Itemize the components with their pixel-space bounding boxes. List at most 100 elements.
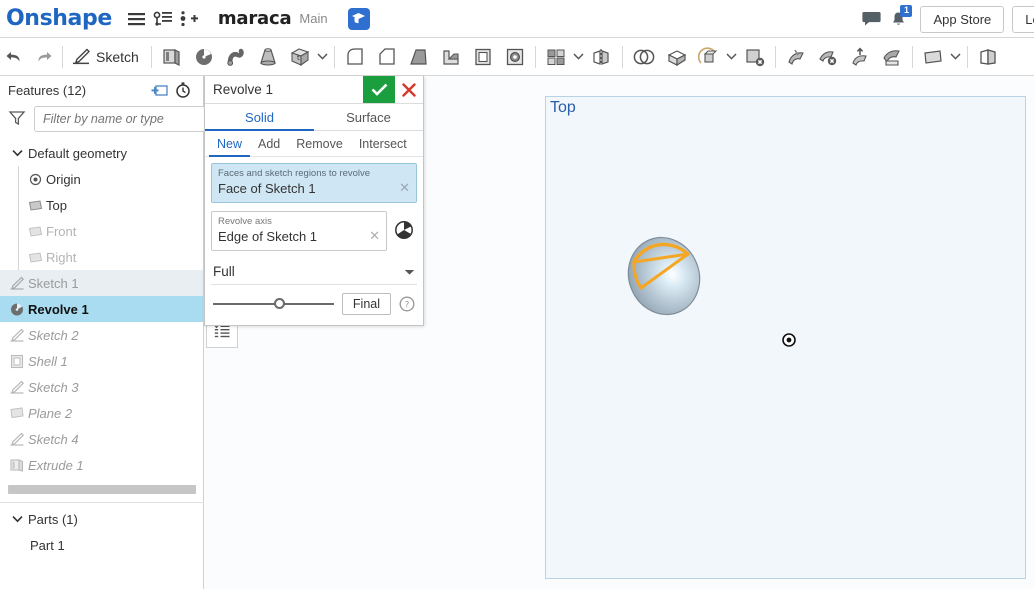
delete-part-tool[interactable] <box>739 41 771 73</box>
onshape-logo[interactable]: Onshape <box>6 6 112 31</box>
tab-solid[interactable]: Solid <box>205 104 314 131</box>
tree-item-label: Right <box>46 249 77 265</box>
hamburger-icon[interactable] <box>124 6 150 32</box>
clear-x-icon[interactable]: ✕ <box>369 228 380 244</box>
fillet-tool[interactable] <box>339 41 371 73</box>
help-question-icon[interactable]: ? <box>399 296 415 312</box>
tab-add[interactable]: Add <box>250 131 288 157</box>
sheet-metal-tool[interactable] <box>972 41 1004 73</box>
tree-item-right[interactable]: Right <box>0 244 203 270</box>
shell-tool[interactable] <box>467 41 499 73</box>
plane-tool[interactable] <box>917 41 949 73</box>
slider-handle[interactable] <box>274 298 286 309</box>
boolean-tool[interactable] <box>627 41 661 73</box>
features-panel: Features (12) Filter by name or type Def… <box>0 76 215 589</box>
feature-history-icon[interactable] <box>171 82 195 98</box>
chevron-down-icon[interactable] <box>316 53 330 60</box>
dialog-title: Revolve 1 <box>213 82 274 97</box>
extrude-icon <box>6 458 28 473</box>
dialog-body: Faces and sketch regions to revolve Face… <box>205 157 423 325</box>
extrude-tool[interactable] <box>156 41 188 73</box>
chamfer-tool[interactable] <box>371 41 403 73</box>
delete-face-tool[interactable] <box>812 41 844 73</box>
split-tool[interactable] <box>661 41 693 73</box>
comment-bubble-icon[interactable] <box>858 6 884 32</box>
app-store-button[interactable]: App Store <box>920 5 1005 33</box>
tree-item-sketch-4[interactable]: Sketch 4 <box>0 426 203 452</box>
tab-intersect[interactable]: Intersect <box>351 131 415 157</box>
hole-tool[interactable] <box>499 41 531 73</box>
parts-item-part-1[interactable]: Part 1 <box>0 532 204 558</box>
parts-group-header[interactable]: Parts (1) <box>0 506 204 532</box>
sweep-tool[interactable] <box>220 41 252 73</box>
learning-center-button[interactable]: Lea <box>1012 5 1034 33</box>
pencil-icon <box>73 48 90 64</box>
tab-remove[interactable]: Remove <box>288 131 351 157</box>
add-version-icon[interactable] <box>176 6 202 32</box>
faces-to-revolve-field[interactable]: Faces and sketch regions to revolve Face… <box>211 163 417 203</box>
add-feature-icon[interactable] <box>147 83 171 98</box>
tab-surface[interactable]: Surface <box>314 104 423 131</box>
replace-face-tool[interactable] <box>876 41 908 73</box>
shell-icon <box>6 354 28 369</box>
chevron-down-icon[interactable] <box>404 264 415 279</box>
chevron-down-icon[interactable] <box>572 53 586 60</box>
tree-item-sketch-2[interactable]: Sketch 2 <box>0 322 203 348</box>
tree-group-default-geometry[interactable]: Default geometry <box>0 140 203 166</box>
chevron-down-icon[interactable] <box>6 515 28 523</box>
revolve-tool[interactable] <box>188 41 220 73</box>
toolbar-divider <box>62 45 63 68</box>
move-face-tool[interactable] <box>844 41 876 73</box>
origin-point-icon[interactable] <box>782 333 796 350</box>
plane-icon <box>24 251 46 264</box>
draft-tool[interactable] <box>403 41 435 73</box>
version-tree-icon[interactable] <box>150 6 176 32</box>
undo-icon[interactable] <box>0 41 29 73</box>
sketch-tool-button[interactable]: Sketch <box>67 41 147 73</box>
chevron-down-icon[interactable] <box>6 149 28 157</box>
redo-icon[interactable] <box>29 41 58 73</box>
revolve-axis-field[interactable]: Revolve axis Edge of Sketch 1 ✕ <box>211 211 387 251</box>
enclose-tool[interactable] <box>780 41 812 73</box>
loft-tool[interactable] <box>252 41 284 73</box>
chevron-down-icon[interactable] <box>949 53 963 60</box>
tree-item-sketch-1[interactable]: Sketch 1 <box>0 270 203 296</box>
revolve-direction-icon[interactable] <box>391 215 417 245</box>
svg-text:?: ? <box>405 301 410 311</box>
document-title[interactable]: maraca <box>218 8 292 29</box>
tree-item-top[interactable]: Top <box>0 192 203 218</box>
tree-item-sketch-3[interactable]: Sketch 3 <box>0 374 203 400</box>
feature-tree-hscrollbar[interactable] <box>8 485 196 494</box>
revolve-preview-sphere[interactable] <box>614 226 714 326</box>
filter-funnel-icon[interactable] <box>8 109 26 130</box>
tab-new[interactable]: New <box>209 131 250 157</box>
dialog-footer-row: Final ? <box>211 293 417 319</box>
chevron-down-icon[interactable] <box>725 53 739 60</box>
dialog-accept-button[interactable] <box>363 76 395 103</box>
feature-filter-input[interactable] <box>34 106 215 132</box>
sketch-label: Sketch <box>96 48 139 65</box>
rib-tool[interactable] <box>435 41 467 73</box>
revolve-extent-select[interactable]: Full <box>211 259 417 285</box>
tree-item-revolve-1[interactable]: Revolve 1 <box>0 296 203 322</box>
tree-item-extrude-1[interactable]: Extrude 1 <box>0 452 203 478</box>
workspace-name[interactable]: Main <box>299 11 327 26</box>
mirror-tool[interactable] <box>586 41 618 73</box>
final-button[interactable]: Final <box>341 293 391 315</box>
graduation-cap-icon[interactable] <box>347 7 370 30</box>
extent-value: Full <box>213 264 235 279</box>
pattern-tool[interactable] <box>540 41 572 73</box>
rollback-slider[interactable] <box>213 296 334 312</box>
notification-badge: 1 <box>900 5 913 17</box>
dialog-cancel-button[interactable] <box>395 76 423 103</box>
tree-item-plane-2[interactable]: Plane 2 <box>0 400 203 426</box>
tree-item-front[interactable]: Front <box>0 218 203 244</box>
notifications-bell[interactable]: 1 <box>884 5 913 32</box>
toolbar-divider <box>774 45 776 68</box>
tree-item-origin[interactable]: Origin <box>0 166 203 192</box>
tree-item-shell-1[interactable]: Shell 1 <box>0 348 203 374</box>
thicken-tool[interactable]: t <box>284 41 316 73</box>
clear-x-icon[interactable]: ✕ <box>399 180 410 196</box>
toolbar-divider <box>966 45 968 68</box>
transform-tool[interactable] <box>693 41 725 73</box>
